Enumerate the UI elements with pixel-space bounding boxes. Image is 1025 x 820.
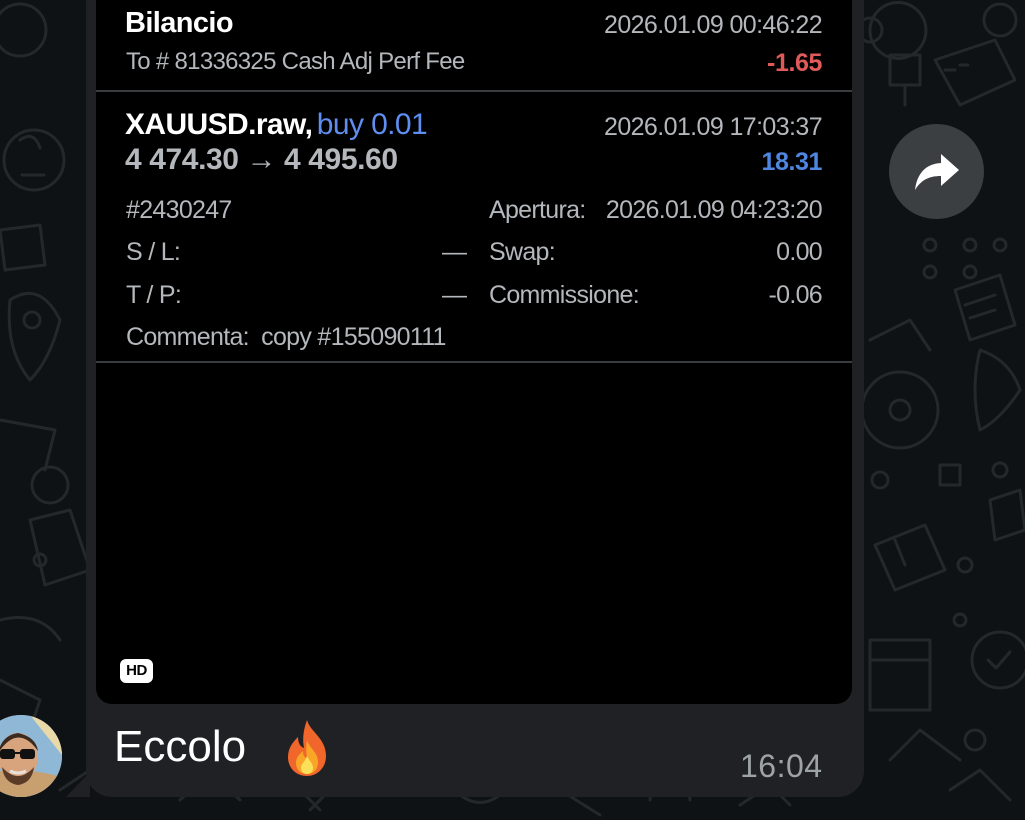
sl-value: — <box>442 238 467 266</box>
share-forward-icon <box>914 153 959 190</box>
balance-title: Bilancio <box>125 7 234 39</box>
message-time: 16:04 <box>740 748 823 784</box>
balance-datetime: 2026.01.09 00:46:22 <box>604 11 823 39</box>
divider <box>96 361 852 363</box>
trade-datetime: 2026.01.09 17:03:37 <box>604 113 823 141</box>
forward-button[interactable] <box>889 124 984 219</box>
tp-label: T / P: <box>126 281 182 309</box>
swap-label: Swap: <box>489 238 556 266</box>
tp-value: — <box>442 281 467 309</box>
balance-description: To # 81336325 Cash Adj Perf Fee <box>126 48 465 75</box>
divider <box>96 90 852 92</box>
trade-price-range: 4 474.30 → 4 495.60 <box>125 143 398 176</box>
trade-heading: XAUUSD.raw, buy 0.01 <box>125 108 428 142</box>
comment-label: Commenta: <box>126 323 250 351</box>
trade-symbol: XAUUSD.raw, <box>125 108 313 141</box>
trade-profit: 18.31 <box>761 148 822 176</box>
hd-badge: HD <box>120 659 153 683</box>
balance-amount: -1.65 <box>767 49 822 77</box>
message-caption: Eccolo <box>114 722 247 771</box>
trade-ticket: #2430247 <box>126 196 232 224</box>
comment-value: copy #155090111 <box>261 323 446 351</box>
screenshot-image[interactable]: Bilancio 2026.01.09 00:46:22 To # 813363… <box>96 0 852 704</box>
open-label: Apertura: <box>489 196 586 224</box>
commission-label: Commissione: <box>489 281 640 309</box>
open-datetime: 2026.01.09 04:23:20 <box>605 196 823 224</box>
sl-label: S / L: <box>126 238 181 266</box>
user-avatar-icon <box>0 715 62 797</box>
trade-side: buy 0.01 <box>316 108 428 141</box>
commission-value: -0.06 <box>768 281 823 309</box>
comment-row: Commenta: copy #155090111 <box>126 323 446 352</box>
avatar[interactable] <box>0 715 62 797</box>
swap-value: 0.00 <box>776 238 823 266</box>
fire-emoji-icon <box>288 720 326 776</box>
